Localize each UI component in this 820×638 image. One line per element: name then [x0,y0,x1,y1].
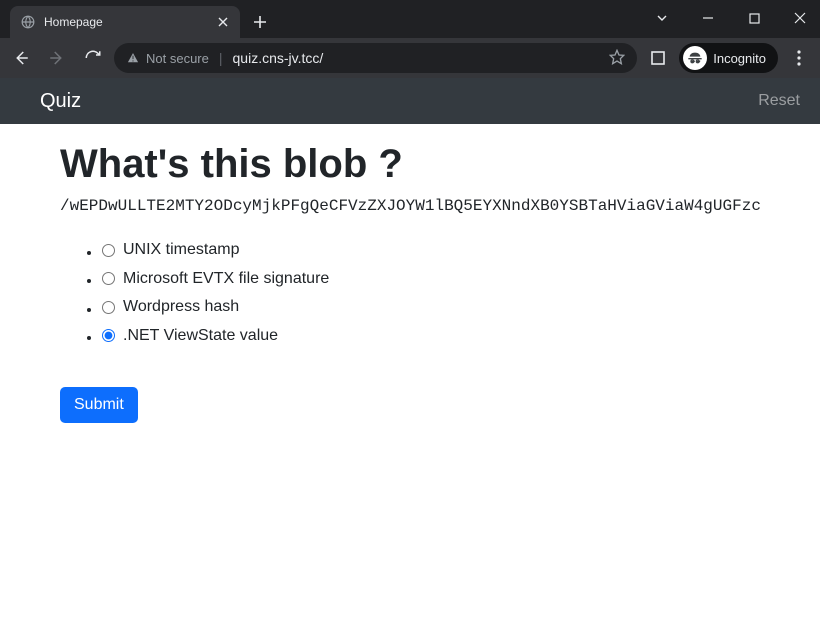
back-button[interactable] [6,43,36,73]
answer-options-list: UNIX timestamp Microsoft EVTX file signa… [102,241,760,347]
option-evtx-signature[interactable]: Microsoft EVTX file signature [102,270,329,288]
forward-button[interactable] [42,43,72,73]
option-label: Microsoft EVTX file signature [123,270,329,288]
radio-input[interactable] [102,244,115,257]
not-secure-indicator[interactable]: Not secure [126,51,209,66]
warning-icon [126,51,140,65]
chevron-down-icon[interactable] [644,4,680,32]
browser-toolbar: Not secure | quiz.cns-jv.tcc/ Incognito [0,38,820,78]
extensions-icon[interactable] [643,43,673,73]
window-controls [644,4,818,32]
minimize-icon[interactable] [690,4,726,32]
option-unix-timestamp[interactable]: UNIX timestamp [102,241,239,259]
radio-input[interactable] [102,301,115,314]
browser-tab[interactable]: Homepage [10,6,240,38]
blob-scroll-area[interactable]: /wEPDwULLTE2MTY2ODcyMjkPFgQeCFVzZXJOYW1l… [60,197,760,217]
blob-text: /wEPDwULLTE2MTY2ODcyMjkPFgQeCFVzZXJOYW1l… [60,197,760,215]
url-bar[interactable]: Not secure | quiz.cns-jv.tcc/ [114,43,637,73]
incognito-label: Incognito [713,51,766,66]
list-item: Microsoft EVTX file signature [102,270,760,291]
radio-input[interactable] [102,272,115,285]
globe-icon [20,14,36,30]
incognito-badge[interactable]: Incognito [679,43,778,73]
page-heading: What's this blob ? [60,142,760,187]
new-tab-button[interactable] [246,8,274,36]
browser-menu-button[interactable] [784,43,814,73]
page-navbar: Quiz Reset [0,78,820,124]
option-label: UNIX timestamp [123,241,239,259]
url-divider: | [219,50,223,66]
option-label: Wordpress hash [123,298,239,316]
not-secure-label: Not secure [146,51,209,66]
navbar-brand[interactable]: Quiz [40,90,81,113]
tab-title: Homepage [44,15,208,29]
submit-button[interactable]: Submit [60,387,138,423]
url-text: quiz.cns-jv.tcc/ [233,50,600,66]
maximize-icon[interactable] [736,4,772,32]
radio-input[interactable] [102,329,115,342]
navbar-reset-link[interactable]: Reset [758,92,800,110]
option-label: .NET ViewState value [123,327,278,345]
bookmark-star-icon[interactable] [609,49,625,68]
option-wordpress-hash[interactable]: Wordpress hash [102,298,239,316]
page-viewport: Quiz Reset What's this blob ? /wEPDwULLT… [0,78,820,638]
close-window-icon[interactable] [782,4,818,32]
browser-titlebar: Homepage [0,0,820,38]
list-item: .NET ViewState value [102,327,760,348]
list-item: UNIX timestamp [102,241,760,262]
close-tab-icon[interactable] [216,15,230,29]
reload-button[interactable] [78,43,108,73]
incognito-icon [683,46,707,70]
option-dotnet-viewstate[interactable]: .NET ViewState value [102,327,278,345]
page-container: What's this blob ? /wEPDwULLTE2MTY2ODcyM… [0,124,820,423]
list-item: Wordpress hash [102,298,760,319]
